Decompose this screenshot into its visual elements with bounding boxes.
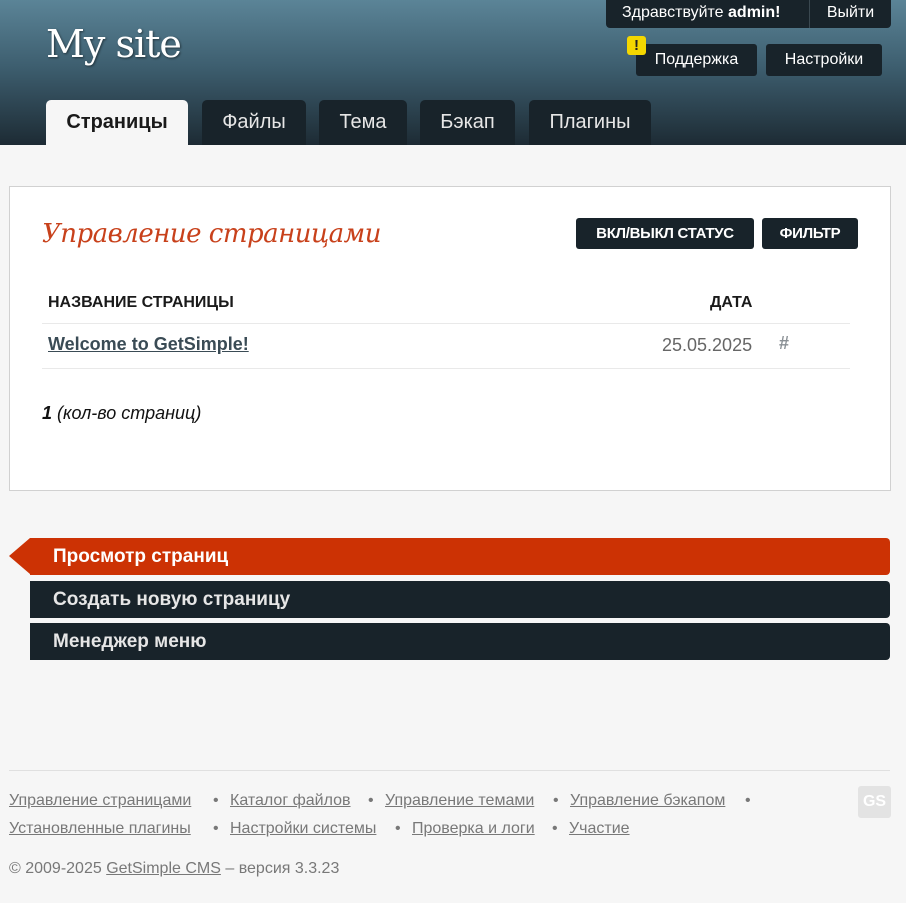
tab-backup[interactable]: Бэкап xyxy=(420,100,515,145)
menu-item-create-page[interactable]: Создать новую страницу xyxy=(30,581,890,618)
gs-logo-icon[interactable]: GS xyxy=(858,786,891,818)
header: My site Здравствуйте admin! Выйти Поддер… xyxy=(0,0,906,145)
filter-button[interactable]: ФИЛЬТР xyxy=(762,218,858,249)
footer-separator: • xyxy=(213,820,219,837)
footer-separator: • xyxy=(552,820,558,837)
page-view-link[interactable]: # xyxy=(779,333,789,354)
footer-link-plugins[interactable]: Установленные плагины xyxy=(9,820,191,838)
page-title: Управление страницами xyxy=(42,219,381,249)
cms-link[interactable]: GetSimple CMS xyxy=(106,860,221,877)
greeting-prefix: Здравствуйте xyxy=(622,4,724,21)
tab-theme[interactable]: Тема xyxy=(319,100,407,145)
copyright: © 2009-2025 GetSimple CMS – версия 3.3.2… xyxy=(9,860,339,878)
footer-separator: • xyxy=(395,820,401,837)
footer-link-themes[interactable]: Управление темами xyxy=(385,792,534,810)
page-date: 25.05.2025 xyxy=(662,335,753,355)
footer-separator: • xyxy=(213,792,219,809)
row-divider xyxy=(42,368,850,369)
footer-link-health[interactable]: Проверка и логи xyxy=(412,820,535,838)
tab-plugins[interactable]: Плагины xyxy=(529,100,651,145)
footer-link-pages[interactable]: Управление страницами xyxy=(9,792,191,810)
page-count: 1 (кол-во страниц) xyxy=(42,403,201,424)
version-text: – версия 3.3.23 xyxy=(225,860,340,877)
username: admin! xyxy=(728,4,781,21)
column-header-title: НАЗВАНИЕ СТРАНИЦЫ xyxy=(48,294,234,311)
footer-link-settings[interactable]: Настройки системы xyxy=(230,820,376,838)
logout-button[interactable]: Выйти xyxy=(809,0,891,28)
menu-item-menu-manager[interactable]: Менеджер меню xyxy=(30,623,890,660)
user-greeting: Здравствуйте admin! xyxy=(606,0,809,28)
pages-panel: Управление страницами ВКЛ/ВЫКЛ СТАТУС ФИ… xyxy=(9,186,891,491)
site-title[interactable]: My site xyxy=(46,22,182,66)
footer-separator: • xyxy=(553,792,559,809)
row-divider xyxy=(42,323,850,324)
footer-link-files[interactable]: Каталог файлов xyxy=(230,792,351,810)
page-count-number: 1 xyxy=(42,403,53,423)
current-item-arrow-icon xyxy=(9,538,30,574)
footer-separator: • xyxy=(368,792,374,809)
menu-item-view-pages[interactable]: Просмотр страниц xyxy=(30,538,890,575)
footer-divider xyxy=(9,770,890,771)
support-button[interactable]: Поддержка xyxy=(636,44,757,76)
settings-button[interactable]: Настройки xyxy=(766,44,882,76)
page-title-link[interactable]: Welcome to GetSimple! xyxy=(48,334,249,355)
tab-files[interactable]: Файлы xyxy=(202,100,306,145)
page-count-label: (кол-во страниц) xyxy=(57,403,202,423)
footer-separator: • xyxy=(745,792,751,809)
column-header-date: ДАТА xyxy=(710,294,753,311)
tab-pages[interactable]: Страницы xyxy=(46,100,188,145)
footer-link-contribute[interactable]: Участие xyxy=(569,820,630,838)
copyright-years: © 2009-2025 xyxy=(9,860,102,877)
toggle-status-button[interactable]: ВКЛ/ВЫКЛ СТАТУС xyxy=(576,218,754,249)
warning-icon[interactable]: ! xyxy=(627,36,646,55)
footer-link-backup[interactable]: Управление бэкапом xyxy=(570,792,725,810)
